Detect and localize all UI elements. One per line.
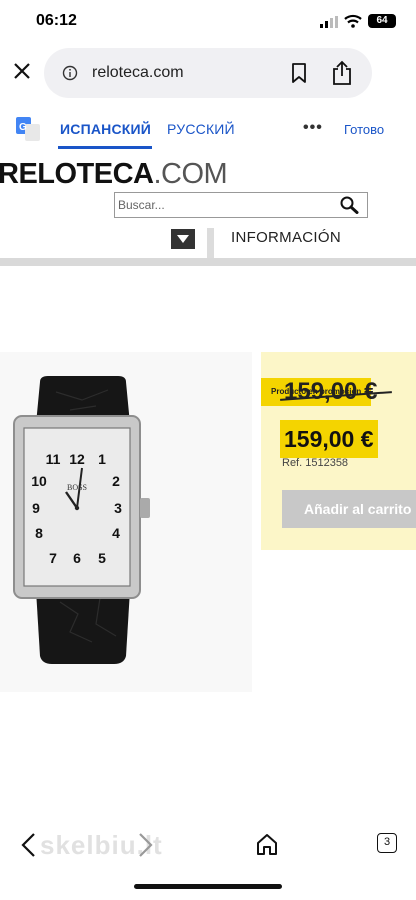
dial-numeral-9: 9: [32, 500, 40, 516]
translate-source-language[interactable]: ИСПАНСКИЙ: [60, 121, 151, 137]
old-price-value: 159,00 €: [284, 378, 378, 405]
forward-icon[interactable]: [136, 832, 154, 858]
nav-divider: [207, 228, 214, 260]
search-box: [114, 192, 368, 218]
dial-numeral-11: 11: [46, 451, 61, 467]
category-dropdown[interactable]: [0, 228, 206, 258]
nav-bottom-border: [0, 258, 416, 266]
dial-numeral-4: 4: [112, 525, 120, 541]
dial-numeral-7: 7: [49, 550, 57, 566]
url-field[interactable]: reloteca.com: [44, 48, 372, 98]
dial-numeral-2: 2: [112, 473, 120, 489]
home-icon[interactable]: [256, 832, 278, 856]
share-icon[interactable]: [331, 60, 353, 86]
home-indicator: [134, 884, 282, 889]
site-nav: INFORMACIÓN: [0, 228, 416, 260]
nav-info-link[interactable]: INFORMACIÓN: [231, 229, 341, 246]
translate-bar: G ИСПАНСКИЙ РУССКИЙ ••• Готово: [0, 108, 416, 152]
battery-icon: 64: [368, 14, 396, 28]
svg-text:G: G: [19, 122, 27, 133]
site-logo[interactable]: RELOTECA.COM: [0, 158, 228, 191]
tabs-button[interactable]: 3: [377, 833, 397, 853]
browser-toolbar: skelbiu.lt 3: [0, 820, 416, 870]
dial-numeral-12: 12: [69, 451, 85, 467]
status-time: 06:12: [36, 12, 77, 29]
logo-suffix: .COM: [153, 158, 228, 190]
dial-numeral-10: 10: [31, 473, 47, 489]
watch-brand: BOSS: [67, 483, 87, 492]
dial-numeral-1: 1: [98, 451, 106, 467]
watch-strap-bottom: [36, 590, 130, 664]
site-info-icon[interactable]: [62, 65, 78, 81]
product-reference: Ref. 1512358: [282, 457, 349, 469]
dial-numeral-8: 8: [35, 525, 43, 541]
translate-done-button[interactable]: Готово: [344, 122, 384, 137]
selected-language-underline: [58, 146, 152, 149]
search-input[interactable]: [115, 193, 325, 217]
watch-crown: [140, 498, 150, 518]
search-icon[interactable]: [339, 196, 359, 214]
translate-more-button[interactable]: •••: [303, 119, 323, 137]
logo-main: RELOTECA: [0, 158, 154, 190]
dial-numeral-3: 3: [114, 500, 122, 516]
url-text: reloteca.com: [92, 64, 184, 81]
translate-target-language[interactable]: РУССКИЙ: [167, 121, 235, 137]
browser-address-bar: reloteca.com: [0, 44, 416, 102]
current-price: 159,00 €: [280, 420, 378, 458]
back-icon[interactable]: [20, 832, 38, 858]
dial-numeral-5: 5: [98, 550, 106, 566]
status-bar: 06:12 64: [0, 0, 416, 44]
product-image[interactable]: 12 1 2 3 4 5 6 7 8 9 10 11 BOSS: [0, 352, 252, 692]
google-translate-icon: G: [16, 117, 40, 141]
old-price: 159,00 €: [280, 378, 392, 406]
add-to-cart-button[interactable]: Añadir al carrito: [282, 490, 416, 528]
watch-illustration: 12 1234567891011 BOSS: [13, 376, 150, 664]
dropdown-arrow-icon[interactable]: [171, 229, 195, 249]
cellular-signal-icon: [320, 16, 338, 28]
wifi-icon: [344, 14, 362, 28]
bookmark-icon[interactable]: [290, 63, 308, 83]
close-icon[interactable]: [10, 59, 34, 83]
dial-numeral-6: 6: [73, 550, 81, 566]
